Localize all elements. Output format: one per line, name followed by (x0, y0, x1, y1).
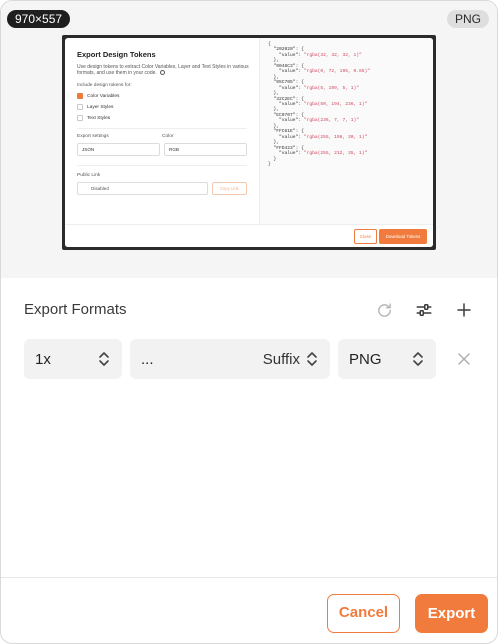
remove-format-icon[interactable] (455, 350, 473, 368)
public-link-row: Disabled Copy Link (77, 181, 247, 195)
export-settings-label: Export settings (77, 134, 109, 139)
prefix-value: ... (141, 350, 154, 368)
scale-select[interactable]: 1x (24, 339, 122, 379)
divider (77, 128, 247, 129)
preview-modal-description: Use design tokens to extract Color Varia… (77, 64, 249, 76)
preview-selects: JSON RGB (77, 143, 247, 156)
add-format-icon[interactable] (454, 300, 474, 320)
dimensions-badge: 970×557 (7, 10, 71, 28)
chevron-up-down-icon[interactable] (306, 351, 318, 371)
reset-icon[interactable] (374, 300, 394, 320)
chevron-up-down-icon (412, 351, 424, 371)
suffix-label: Suffix (262, 351, 300, 368)
export-button[interactable]: Export (415, 594, 488, 633)
preview-thumbnail: Export Design Tokens Use design tokens t… (62, 35, 436, 250)
export-settings-select: JSON (77, 143, 160, 156)
preview-option-layer-styles: Layer Styles (77, 104, 247, 111)
color-select: RGB (164, 143, 247, 156)
cancel-button[interactable]: Cancel (327, 594, 400, 633)
help-icon (160, 70, 166, 76)
public-link-select: Disabled (77, 181, 208, 195)
chevron-up-down-icon (98, 351, 110, 371)
preview-modal-title: Export Design Tokens (77, 50, 156, 59)
divider (77, 165, 247, 166)
code-line: } (268, 161, 271, 167)
checkbox-icon (77, 115, 83, 122)
preview-modal: Export Design Tokens Use design tokens t… (65, 38, 433, 247)
preview-modal-footer: Close Download Tokens (65, 224, 433, 247)
scale-value: 1x (35, 350, 51, 368)
preview-settings-labels: Export settings Color (77, 134, 247, 139)
preview-code-block: { "202020": { "value": "rgba(32, 32, 32,… (259, 38, 433, 224)
export-panel: 970×557 PNG Export Design Tokens Use des… (0, 0, 498, 644)
preview-option-label: Color Variables (87, 93, 120, 99)
footer-divider (1, 577, 497, 578)
preview-area: 970×557 PNG Export Design Tokens Use des… (1, 1, 497, 278)
checkbox-icon (77, 104, 83, 111)
preview-option-label: Layer Styles (87, 104, 114, 110)
preview-option-label: Text Styles (87, 115, 111, 121)
format-value: PNG (349, 350, 382, 368)
public-link-label: Public Link (77, 172, 101, 178)
format-badge: PNG (446, 10, 489, 28)
preview-option-color-variables: Color Variables (77, 93, 247, 100)
preview-modal-form: Export Design Tokens Use design tokens t… (65, 38, 259, 224)
format-select[interactable]: PNG (338, 339, 436, 379)
preview-download-button: Download Tokens (379, 229, 427, 244)
settings-sliders-icon[interactable] (414, 300, 434, 320)
checkbox-checked-icon (77, 93, 83, 100)
export-formats-title: Export Formats (24, 301, 127, 318)
preview-option-text-styles: Text Styles (77, 115, 247, 122)
suffix-field[interactable]: ... Suffix (130, 339, 330, 379)
color-label: Color (162, 134, 174, 139)
copy-link-button: Copy Link (211, 181, 247, 195)
preview-close-button: Close (354, 229, 377, 244)
preview-include-label: Include design tokens for: (77, 83, 132, 89)
